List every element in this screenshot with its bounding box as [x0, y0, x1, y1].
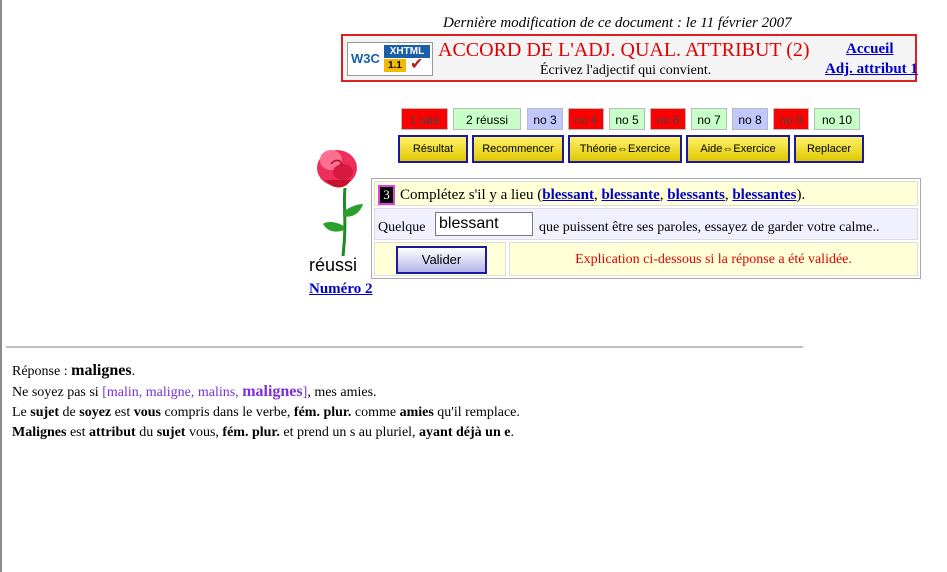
explanation-note: Explication ci-dessous si la réponse a é…: [575, 252, 852, 267]
sentence-row: Quelque blessant que puissent être ses p…: [374, 208, 918, 240]
sentence-start: Quelque: [378, 220, 426, 235]
last-modified: Dernière modification de ce document : l…: [443, 15, 792, 31]
exercise-box: 3 Complétez s'il y a lieu (blessant, ble…: [371, 178, 921, 279]
home-link[interactable]: Accueil: [846, 41, 893, 58]
sentence-end: que puissent être ses paroles, essayez d…: [539, 220, 880, 235]
instruction-row: 3 Complétez s'il y a lieu (blessant, ble…: [374, 181, 918, 206]
question-button-10[interactable]: no 10: [814, 108, 860, 130]
status-label: réussi: [309, 255, 358, 275]
left-border: [0, 0, 2, 572]
question-button-5[interactable]: no 5: [609, 108, 645, 130]
header-box: W3C XHTML 1.1 ✔ ACCORD DE L'ADJ. QUAL. A…: [341, 34, 918, 82]
restart-button[interactable]: Recommencer: [472, 135, 564, 163]
option-link-blessantes[interactable]: blessantes: [732, 187, 796, 203]
validate-cell: Valider: [374, 242, 506, 276]
question-number-link[interactable]: Numéro 2: [309, 281, 372, 298]
question-button-3[interactable]: no 3: [527, 108, 563, 130]
option-link-blessant[interactable]: blessant: [542, 187, 594, 203]
instruction-text: Complétez s'il y a lieu (blessant, bless…: [400, 187, 806, 203]
page-title: ACCORD DE L'ADJ. QUAL. ATTRIBUT (2): [438, 39, 810, 61]
question-button-4[interactable]: no 4: [568, 108, 604, 130]
divider: [6, 346, 803, 348]
rule-line: Malignes est attribut du sujet vous, fém…: [12, 425, 514, 440]
w3c-xhtml-badge[interactable]: W3C XHTML 1.1 ✔: [347, 42, 433, 76]
option-link-blessante[interactable]: blessante: [601, 187, 659, 203]
question-button-1[interactable]: 1 raté: [401, 108, 448, 130]
page-subtitle: Écrivez l'adjectif qui convient.: [540, 63, 712, 78]
answer-line: Réponse : malignes.: [12, 362, 136, 379]
option-link-blessants[interactable]: blessants: [667, 187, 725, 203]
subject-line: Le sujet de soyez est vous compris dans …: [12, 405, 520, 420]
question-button-9[interactable]: no 9: [773, 108, 809, 130]
result-button[interactable]: Résultat: [398, 135, 468, 163]
help-exercise-toggle[interactable]: Aide⇔Exercice: [686, 135, 790, 163]
explanation-block: Réponse : malignes. Ne soyez pas si [mal…: [12, 361, 520, 443]
example-line: Ne soyez pas si [malin, maligne, malins,…: [12, 383, 377, 400]
checkmark-icon: ✔: [410, 54, 424, 73]
question-number-badge: 3: [380, 187, 393, 203]
question-button-2[interactable]: 2 réussi: [453, 108, 521, 130]
replace-button[interactable]: Replacer: [794, 135, 864, 163]
validate-button[interactable]: Valider: [396, 246, 487, 274]
question-button-7[interactable]: no 7: [691, 108, 727, 130]
theory-exercise-toggle[interactable]: Théorie⇔Exercice: [568, 135, 682, 163]
previous-exercise-link[interactable]: Adj. attribut 1: [825, 61, 918, 78]
xhtml-version: 1.1: [384, 59, 406, 72]
w3c-logo: W3C: [351, 51, 380, 66]
question-button-6[interactable]: no 6: [650, 108, 686, 130]
question-button-8[interactable]: no 8: [732, 108, 768, 130]
answer-input[interactable]: blessant: [435, 212, 533, 236]
explanation-note-cell: Explication ci-dessous si la réponse a é…: [509, 242, 918, 276]
rose-icon: [317, 150, 363, 256]
